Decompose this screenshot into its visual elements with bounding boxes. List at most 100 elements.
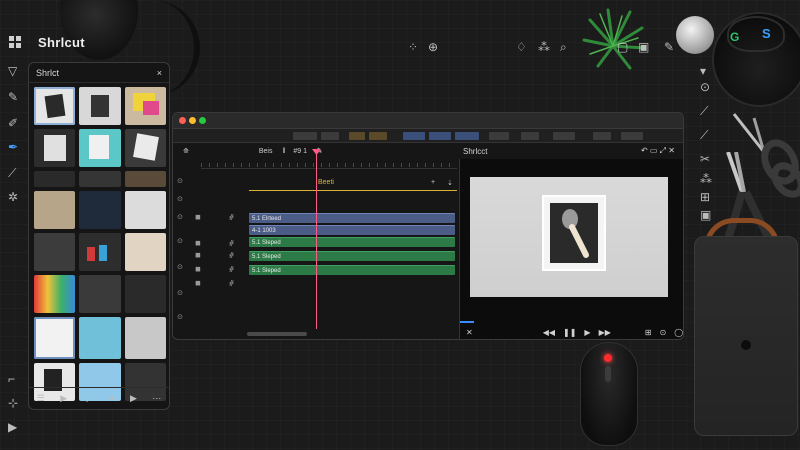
- media-thumbnail[interactable]: [79, 129, 121, 167]
- move-icon[interactable]: ⁘: [408, 40, 418, 54]
- close-preview-icon[interactable]: ✕: [466, 328, 473, 337]
- tab[interactable]: [521, 132, 539, 140]
- tab[interactable]: [553, 132, 575, 140]
- marker-b[interactable]: #9 1: [293, 148, 307, 155]
- media-thumbnail[interactable]: [34, 171, 76, 187]
- play-icon[interactable]: ▶: [130, 393, 137, 404]
- tab[interactable]: [321, 132, 339, 140]
- right-rail-lens-icon[interactable]: ⊙: [700, 80, 710, 94]
- media-thumbnail[interactable]: [79, 317, 121, 359]
- save-icon[interactable]: ▣: [638, 40, 649, 54]
- wand-icon[interactable]: ⟋: [8, 166, 16, 181]
- crosshair-icon[interactable]: ⊹: [8, 396, 18, 410]
- track-clip[interactable]: 5.1 Elrteed: [249, 213, 455, 223]
- layout-icon[interactable]: ⊞: [645, 328, 652, 337]
- track-clip[interactable]: 5.1 Sleped: [249, 251, 455, 261]
- right-rail-pin-icon[interactable]: ▾: [700, 64, 706, 78]
- sparkle-icon[interactable]: ⁂: [538, 40, 550, 54]
- tab[interactable]: [455, 132, 479, 140]
- grid-view-icon[interactable]: ⋮: [83, 393, 92, 404]
- tab[interactable]: [293, 132, 317, 140]
- track-eye-icon[interactable]: ᚌ: [229, 251, 234, 259]
- gutter-icon[interactable]: ⊙: [177, 195, 183, 203]
- gear-icon[interactable]: ✲: [8, 190, 18, 204]
- pen-icon[interactable]: ✎: [664, 40, 674, 54]
- preview-toolbar-icons[interactable]: ↶ ▭ ⤢ ✕: [641, 146, 675, 156]
- media-thumbnail[interactable]: [34, 191, 76, 229]
- media-thumbnail[interactable]: [79, 87, 121, 125]
- media-thumbnail[interactable]: [124, 129, 166, 167]
- media-thumbnail[interactable]: [34, 275, 76, 313]
- media-thumbnail[interactable]: [124, 87, 166, 125]
- camera-icon[interactable]: ⊙: [660, 328, 667, 337]
- pipette-icon[interactable]: ✒: [8, 140, 18, 154]
- tab[interactable]: [593, 132, 611, 140]
- track-eye-icon[interactable]: ᚌ: [229, 279, 234, 287]
- media-thumbnail[interactable]: [34, 129, 76, 167]
- fullscreen-icon[interactable]: ◯: [674, 328, 683, 337]
- tab[interactable]: [429, 132, 451, 140]
- right-rail-box-icon[interactable]: ▣: [700, 208, 711, 222]
- close-window-button[interactable]: [179, 117, 186, 124]
- media-thumbnail[interactable]: [34, 233, 76, 271]
- track-lock-icon[interactable]: ◼: [195, 265, 201, 273]
- pause-icon[interactable]: ❚❚: [563, 328, 576, 337]
- timeline-scrollbar[interactable]: [247, 332, 307, 336]
- rewind-icon[interactable]: ◀◀: [543, 328, 555, 337]
- add-marker-icon[interactable]: +: [431, 179, 435, 186]
- media-thumbnail[interactable]: [124, 233, 166, 271]
- right-rail-cut-icon[interactable]: ✂: [700, 152, 710, 166]
- media-thumbnail[interactable]: [124, 171, 166, 187]
- crop-icon[interactable]: ⌐: [8, 372, 15, 386]
- pen-tool-icon[interactable]: ✎: [8, 90, 18, 104]
- tab[interactable]: [403, 132, 425, 140]
- track-eye-icon[interactable]: ᚌ: [229, 213, 234, 221]
- gutter-icon[interactable]: ⊙: [177, 237, 183, 245]
- maximize-window-button[interactable]: [199, 117, 206, 124]
- grid-icon[interactable]: [9, 36, 21, 48]
- tab[interactable]: [489, 132, 509, 140]
- folder-icon[interactable]: ▢: [617, 40, 628, 54]
- track-lock-icon[interactable]: ◼: [195, 251, 201, 259]
- search-icon[interactable]: ⌕: [560, 40, 567, 55]
- media-thumbnail[interactable]: [34, 87, 76, 125]
- tab[interactable]: [621, 132, 643, 140]
- media-thumbnail[interactable]: [124, 275, 166, 313]
- forward-icon[interactable]: ▶▶: [599, 328, 611, 337]
- skip-icon[interactable]: ▶: [8, 420, 17, 434]
- track-eye-icon[interactable]: ᚌ: [229, 239, 234, 247]
- track-clip[interactable]: 4-1 1003: [249, 225, 455, 235]
- media-thumbnail[interactable]: [79, 191, 121, 229]
- play-forward-icon[interactable]: ▶: [60, 393, 67, 404]
- sort-icon[interactable]: ☰: [37, 393, 45, 404]
- split-icon[interactable]: ⟰: [183, 147, 189, 155]
- track-lock-icon[interactable]: ◼: [195, 279, 201, 287]
- media-thumbnail[interactable]: [124, 317, 166, 359]
- track-lock-icon[interactable]: ◼: [195, 213, 201, 221]
- media-thumbnail[interactable]: [79, 275, 121, 313]
- playhead[interactable]: [316, 151, 317, 329]
- minimize-window-button[interactable]: [189, 117, 196, 124]
- track-clip[interactable]: 5.1 Sleped: [249, 265, 455, 275]
- filter-icon[interactable]: ▽: [8, 64, 17, 78]
- arrow-icon[interactable]: ➔: [107, 393, 115, 404]
- gutter-icon[interactable]: ⊙: [177, 263, 183, 271]
- media-thumbnail[interactable]: [34, 317, 76, 359]
- marker-a[interactable]: ǁ: [283, 148, 286, 155]
- track-clip[interactable]: 5.1 Sleped: [249, 237, 455, 247]
- gutter-icon[interactable]: ⊙: [177, 213, 183, 221]
- right-rail-grid-icon[interactable]: ⊞: [700, 190, 710, 204]
- media-thumbnail[interactable]: [79, 233, 121, 271]
- brush-icon[interactable]: ✐: [8, 116, 18, 130]
- close-icon[interactable]: ×: [157, 68, 162, 78]
- tab[interactable]: [369, 132, 387, 140]
- tab[interactable]: [349, 132, 365, 140]
- target-icon[interactable]: ⊕: [428, 40, 438, 54]
- play-icon[interactable]: ▶: [584, 328, 590, 337]
- marker-menu-icon[interactable]: ⇣: [447, 179, 453, 187]
- track-eye-icon[interactable]: ᚌ: [229, 265, 234, 273]
- gutter-icon[interactable]: ⊙: [177, 289, 183, 297]
- media-thumbnail[interactable]: [79, 171, 121, 187]
- gutter-icon[interactable]: ⊙: [177, 313, 183, 321]
- right-rail-line-icon[interactable]: ⟋: [700, 104, 708, 119]
